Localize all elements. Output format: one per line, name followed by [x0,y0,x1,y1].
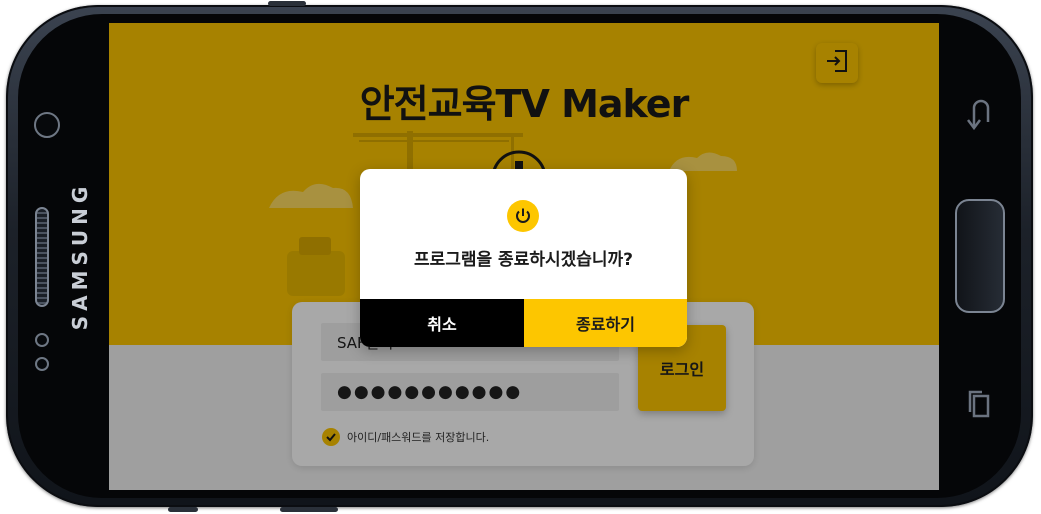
exit-confirm-dialog: 프로그램을 종료하시겠습니까? 취소 종료하기 [360,169,687,347]
back-arrow-icon[interactable] [966,98,992,137]
dialog-message: 프로그램을 종료하시겠습니까? [413,250,634,270]
app-screen: 안전교육TV Maker 로그인 아이디/패스워드를 저장합니다. [109,23,939,490]
bixby-key [280,507,338,512]
brand-text: SAMSUNG [68,181,92,331]
quit-button[interactable]: 종료하기 [524,299,687,347]
power-icon [507,200,539,232]
proximity-sensor [35,333,49,347]
light-sensor [35,357,49,371]
cancel-button[interactable]: 취소 [360,299,524,347]
recent-apps-icon[interactable] [966,390,992,425]
power-key [268,1,306,6]
front-camera [34,112,60,138]
speaker-grille [35,207,49,307]
volume-key [168,507,198,512]
home-button[interactable] [955,199,1005,313]
